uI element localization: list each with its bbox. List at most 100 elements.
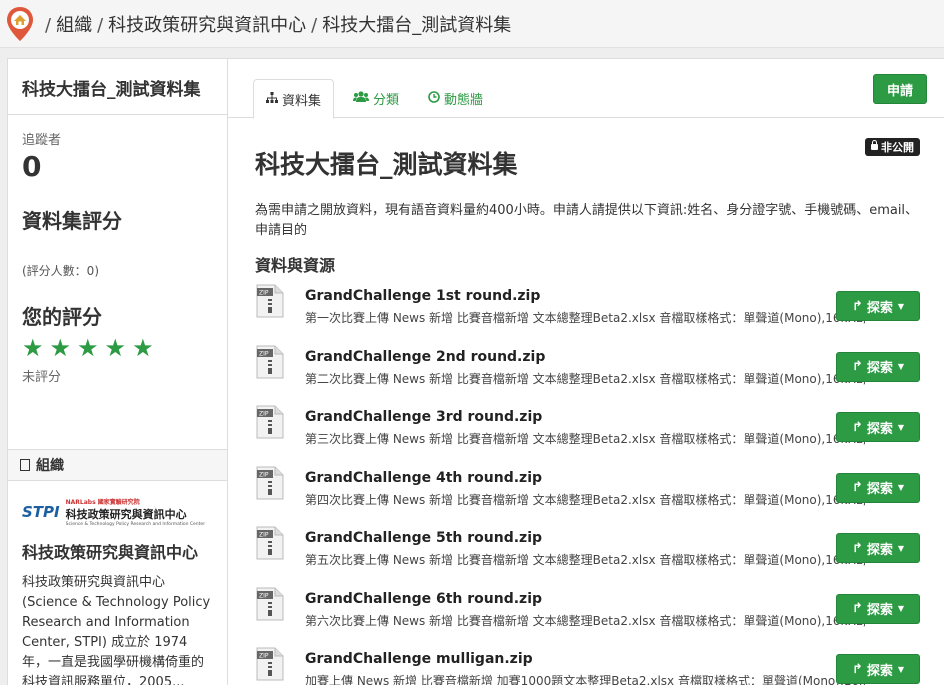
org-description: 科技政策研究與資訊中心 (Science & Technology Policy…: [22, 575, 211, 685]
org-heading: 組織: [8, 449, 227, 481]
rating-title: 資料集評分: [22, 209, 122, 233]
caret-down-icon: ▼: [897, 604, 905, 613]
dataset-title: 科技大擂台_測試資料集: [255, 150, 518, 179]
zip-file-icon: ZIP: [255, 525, 285, 561]
star-icon[interactable]: ★: [50, 336, 72, 360]
breadcrumb: / 組織 / 科技政策研究與資訊中心 / 科技大擂台_測試資料集: [40, 11, 511, 37]
private-badge: 非公開: [865, 138, 920, 156]
star-icon[interactable]: ★: [105, 336, 127, 360]
zip-file-icon: ZIP: [255, 283, 285, 319]
zip-file-icon: ZIP: [255, 646, 285, 682]
zip-file-icon: ZIP: [255, 465, 285, 501]
resource-name-link[interactable]: GrandChallenge 5th round.zip: [305, 530, 542, 546]
caret-down-icon: ▼: [897, 543, 905, 553]
lock-icon: [871, 140, 878, 150]
breadcrumb-separator: /: [97, 14, 104, 36]
svg-text:ZIP: ZIP: [259, 471, 269, 478]
resource-name-link[interactable]: GrandChallenge 6th round.zip: [305, 591, 542, 607]
svg-text:ZIP: ZIP: [259, 592, 269, 599]
explore-button[interactable]: ↱ 探索 ▼: [836, 291, 920, 321]
breadcrumb-bar: / 組織 / 科技政策研究與資訊中心 / 科技大擂台_測試資料集: [0, 0, 944, 48]
resource-name-link[interactable]: GrandChallenge 4th round.zip: [305, 470, 542, 486]
explore-button-label: 探索: [866, 300, 893, 316]
star-icon[interactable]: ★: [77, 336, 99, 360]
zip-file-icon: ZIP: [255, 404, 285, 440]
tab-bar: 資料集 分類 動態牆 申請: [228, 59, 944, 119]
apply-button[interactable]: 申請: [873, 74, 927, 104]
breadcrumb-separator: /: [311, 14, 318, 36]
explore-button[interactable]: ↱ 探索 ▼: [836, 472, 920, 503]
share-arrow-icon: ↱: [851, 661, 863, 677]
resource-item: ZIP GrandChallenge 6th round.zip 第六次比賽上傳…: [252, 586, 944, 647]
explore-button[interactable]: ↱ 探索 ▼: [836, 593, 920, 624]
star-rating-input[interactable]: ★ ★ ★ ★ ★: [22, 336, 213, 360]
resource-description: 加賽上傳 News 新增 比賽音檔新增 加賽1000題文本整理Beta2.xls…: [305, 674, 865, 685]
resource-description: 第二次比賽上傳 News 新增 比賽音檔新增 文本總整理Beta2.xlsx 音…: [305, 371, 865, 386]
caret-down-icon: ▼: [897, 483, 905, 492]
zip-file-icon: ZIP: [255, 586, 285, 622]
resource-list: ZIP GrandChallenge 1st round.zip 第一次比賽上傳…: [252, 283, 944, 685]
caret-down-icon: ▼: [897, 362, 905, 371]
clock-icon: [428, 90, 440, 106]
explore-button[interactable]: ↱ 探索 ▼: [836, 412, 920, 442]
resource-description: 第五次比賽上傳 News 新增 比賽音檔新增 文本總整理Beta2.xlsx 音…: [305, 553, 865, 567]
breadcrumb-center[interactable]: 科技政策研究與資訊中心: [108, 15, 306, 36]
unrated-label: 未評分: [22, 370, 62, 385]
sidebar: 科技大擂台_測試資料集 追蹤者 0 資料集評分 (評分人數：0) 您的評分 ★ …: [7, 58, 228, 685]
breadcrumb-dataset[interactable]: 科技大擂台_測試資料集: [322, 15, 511, 36]
tab-activity[interactable]: 動態牆: [416, 79, 495, 117]
explore-button-label: 探索: [866, 482, 893, 497]
logo-main-text: 科技政策研究與資訊中心: [65, 508, 187, 521]
resource-item: ZIP GrandChallenge mulligan.zip 加賽上傳 New…: [252, 646, 944, 685]
home-pin-icon[interactable]: [6, 6, 34, 42]
resource-name-link[interactable]: GrandChallenge mulligan.zip: [305, 651, 533, 667]
svg-text:ZIP: ZIP: [259, 653, 269, 660]
star-icon[interactable]: ★: [132, 336, 154, 360]
logo-english-text: Science & Technology Policy Research and…: [65, 522, 206, 527]
resource-description: 第六次比賽上傳 News 新增 比賽音檔新增 文本總整理Beta2.xlsx 音…: [305, 613, 865, 628]
sitemap-icon: [266, 92, 278, 106]
book-icon: [20, 459, 30, 471]
tab-categories-label: 分類: [373, 92, 400, 108]
resource-description: 第一次比賽上傳 News 新增 比賽音檔新增 文本總整理Beta2.xlsx 音…: [305, 311, 865, 325]
zip-file-icon: ZIP: [255, 344, 285, 380]
tab-datasets-label: 資料集: [282, 93, 322, 109]
resource-item: ZIP GrandChallenge 1st round.zip 第一次比賽上傳…: [252, 283, 944, 344]
org-name[interactable]: 科技政策研究與資訊中心: [8, 529, 227, 565]
sidebar-title: 科技大擂台_測試資料集: [8, 59, 227, 115]
tab-datasets[interactable]: 資料集: [253, 79, 335, 119]
explore-button-label: 探索: [866, 421, 893, 437]
svg-text:ZIP: ZIP: [259, 350, 269, 357]
share-arrow-icon: ↱: [851, 480, 863, 495]
users-icon: [353, 91, 369, 105]
caret-down-icon: ▼: [897, 422, 905, 432]
explore-button[interactable]: ↱ 探索 ▼: [836, 533, 920, 563]
logo-top-text: NARLabs 國家實驗研究院: [65, 499, 140, 506]
explore-button[interactable]: ↱ 探索 ▼: [836, 351, 920, 382]
share-arrow-icon: ↱: [851, 359, 863, 374]
stpi-logo-mark: STPI: [22, 503, 60, 521]
private-badge-label: 非公開: [881, 141, 914, 154]
logo-text: NARLabs 國家實驗研究院 科技政策研究與資訊中心 Science & Te…: [66, 497, 205, 527]
star-icon[interactable]: ★: [22, 336, 44, 360]
tab-categories[interactable]: 分類: [341, 79, 411, 117]
share-arrow-icon: ↱: [851, 601, 863, 616]
resource-name-link[interactable]: GrandChallenge 1st round.zip: [305, 288, 540, 304]
share-arrow-icon: ↱: [851, 419, 863, 435]
explore-button[interactable]: ↱ 探索 ▼: [836, 654, 920, 684]
resource-item: ZIP GrandChallenge 2nd round.zip 第二次比賽上傳…: [252, 344, 944, 405]
resource-name-link[interactable]: GrandChallenge 2nd round.zip: [305, 349, 545, 365]
explore-button-label: 探索: [866, 361, 893, 376]
resource-item: ZIP GrandChallenge 4th round.zip 第四次比賽上傳…: [252, 465, 944, 526]
dataset-description: 為需申請之開放資料，現有語音資料量約400小時。申請人請提供以下資訊:姓名、身分…: [255, 203, 919, 238]
org-logo[interactable]: STPI NARLabs 國家實驗研究院 科技政策研究與資訊中心 Science…: [22, 495, 213, 529]
rating-count: (評分人數：0): [22, 264, 99, 278]
caret-down-icon: ▼: [897, 664, 905, 674]
resource-name-link[interactable]: GrandChallenge 3rd round.zip: [305, 409, 542, 425]
svg-text:ZIP: ZIP: [259, 411, 269, 418]
resource-description: 第四次比賽上傳 News 新增 比賽音檔新增 文本總整理Beta2.xlsx 音…: [305, 492, 865, 507]
explore-button-label: 探索: [866, 663, 893, 679]
explore-button-label: 探索: [866, 603, 893, 618]
breadcrumb-org[interactable]: 組織: [56, 15, 92, 36]
tab-activity-label: 動態牆: [444, 92, 484, 108]
